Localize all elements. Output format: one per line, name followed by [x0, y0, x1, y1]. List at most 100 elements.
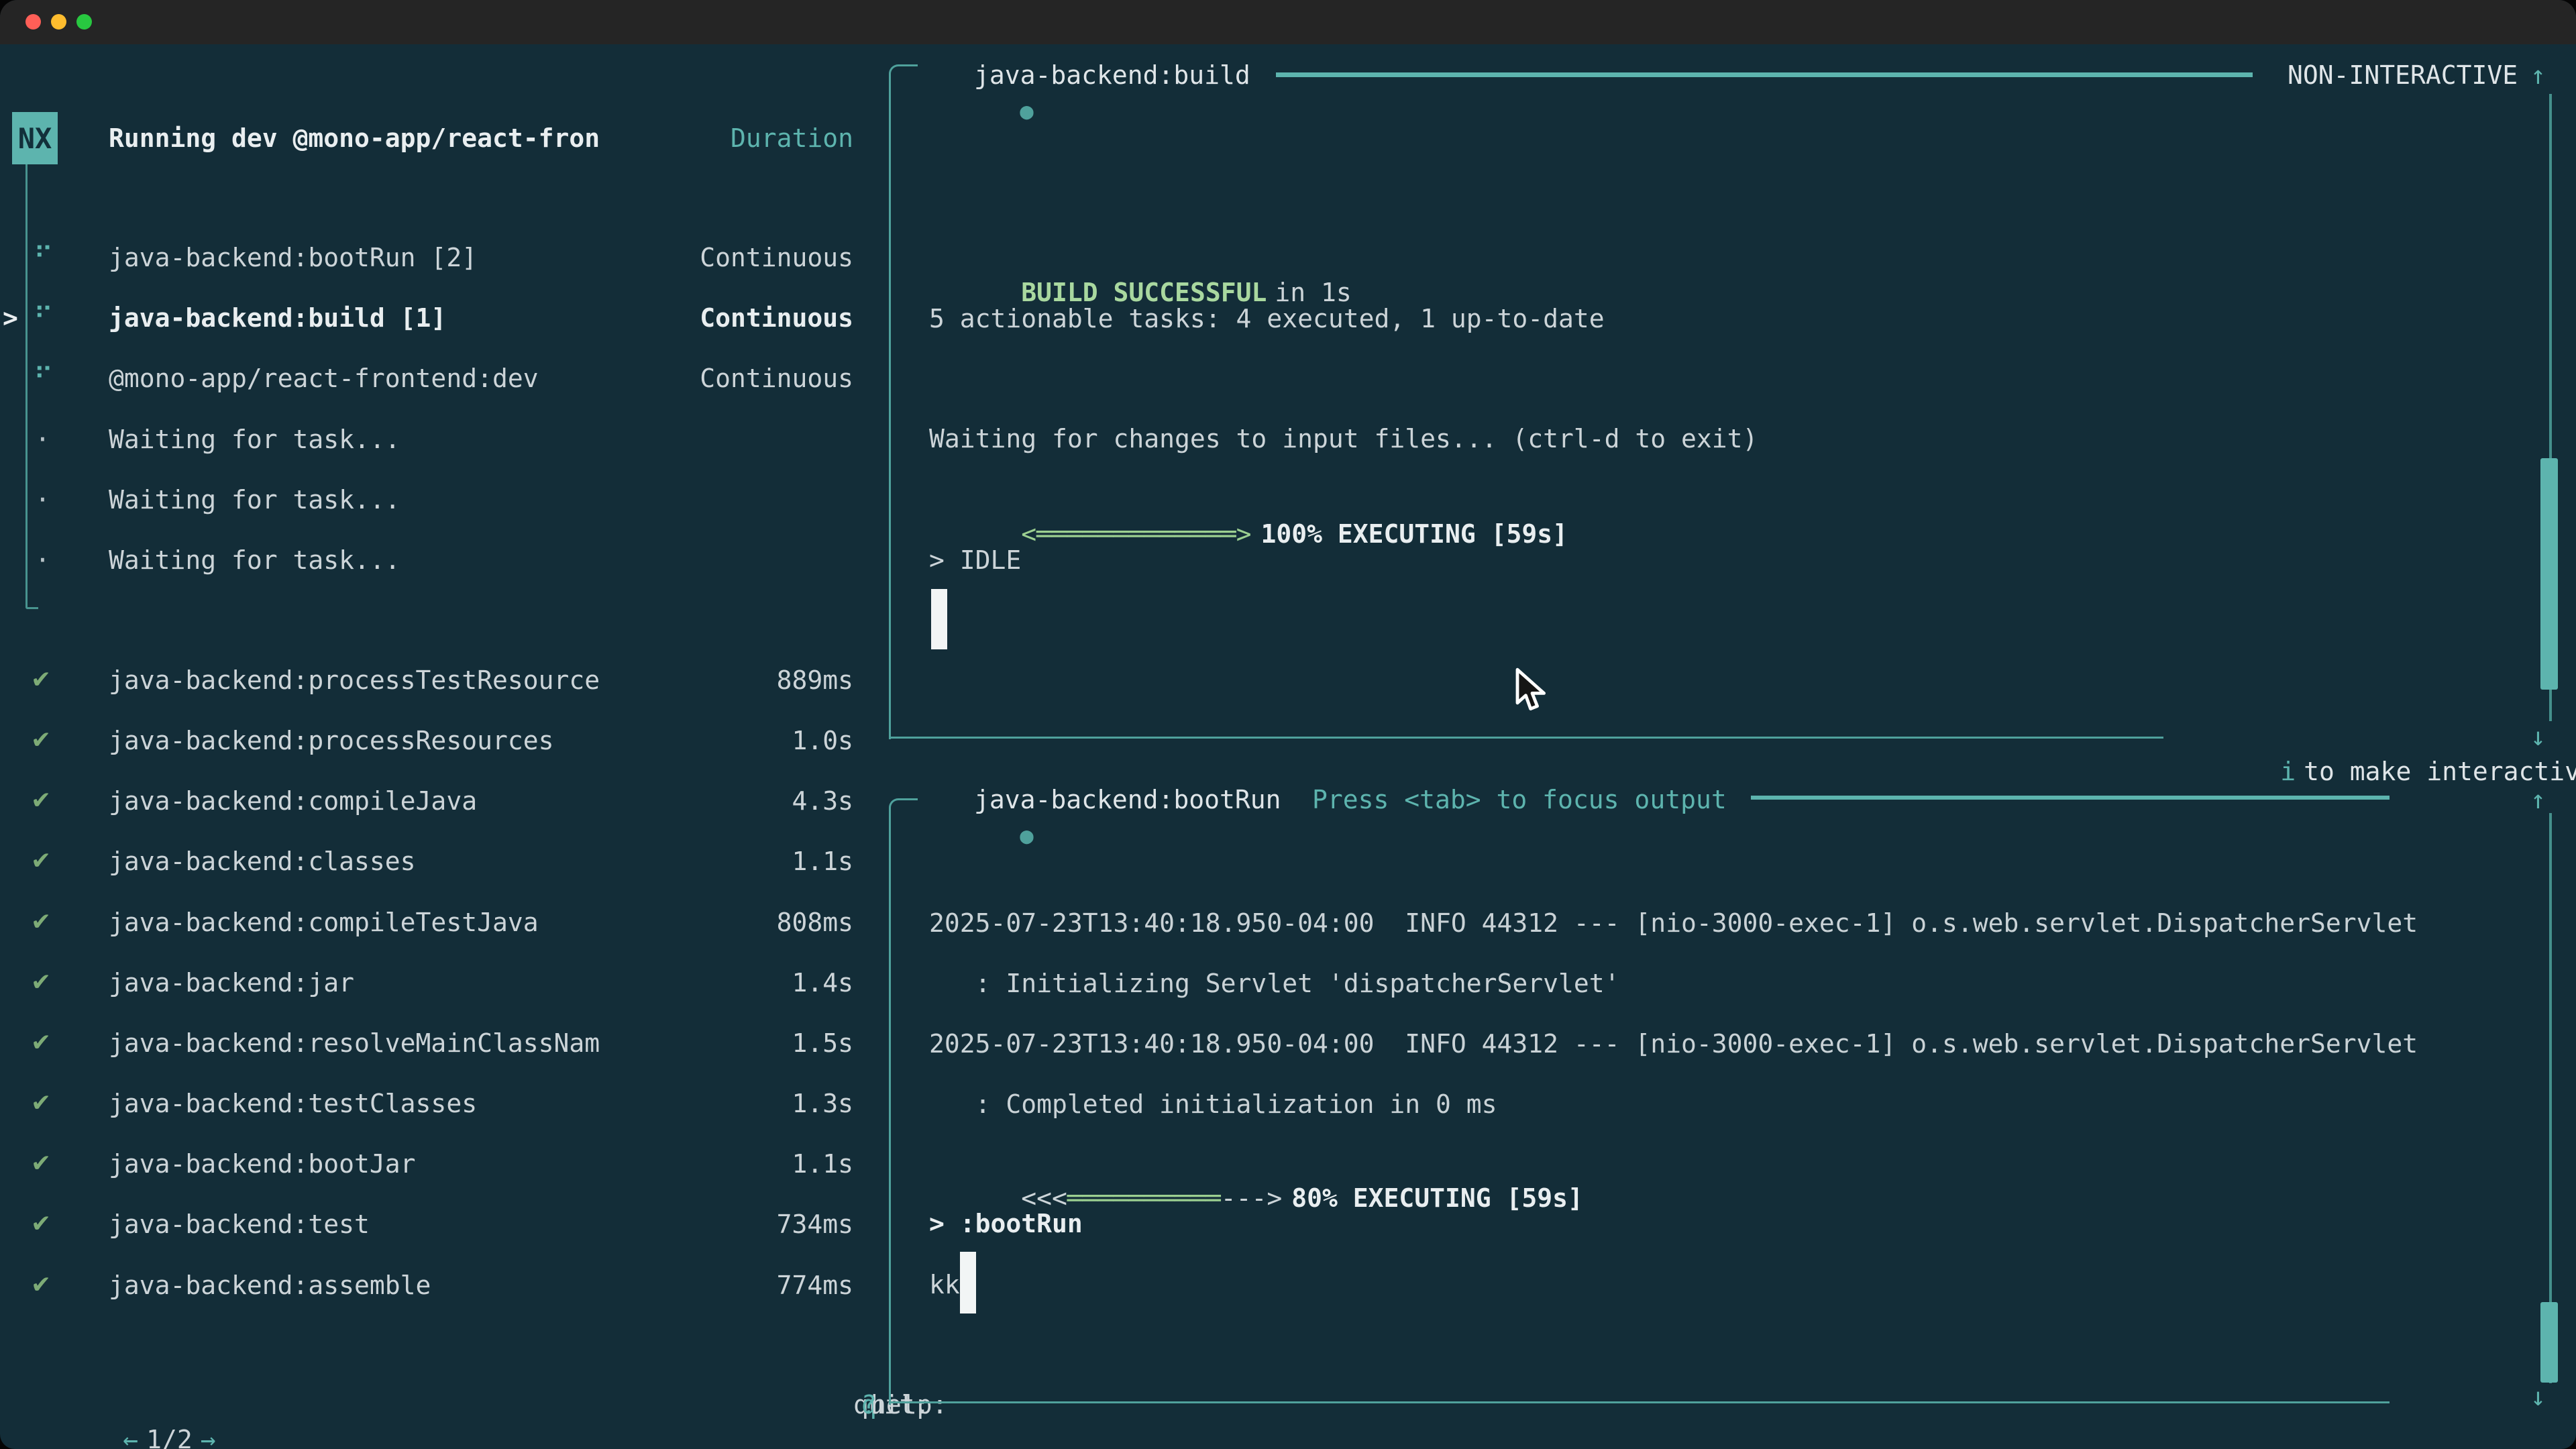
build-scrollbar-thumb[interactable]: [2540, 458, 2558, 690]
build-success-line: BUILD SUCCESSFULin 1s: [929, 240, 1352, 275]
check-icon: ✔: [31, 663, 51, 698]
check-icon: ✔: [31, 1146, 51, 1181]
bootrun-scrollbar-track[interactable]: [2549, 813, 2552, 1383]
task-name: Waiting for task...: [109, 543, 400, 578]
bootrun-scroll-up-icon: ↑: [2530, 782, 2546, 817]
task-status: Continuous: [700, 240, 853, 275]
mouse-cursor: [1513, 667, 1551, 713]
task-spinner-icon: ⠋: [34, 361, 53, 396]
build-progress-bar: <═════════════>: [1021, 519, 1251, 549]
completed-task-row[interactable]: ✔java-backend:testClasses1.3s: [0, 1086, 865, 1121]
task-bullet-icon: ●: [1020, 98, 1033, 125]
task-row[interactable]: >⠋java-backend:build [1]Continuous: [0, 301, 865, 335]
bootrun-panel-header-rule: [1751, 796, 2390, 800]
build-panel-title: java-backend:build: [974, 58, 1250, 93]
bootrun-input-text[interactable]: kk: [929, 1267, 960, 1302]
task-row[interactable]: · Waiting for task...: [0, 482, 865, 517]
log-line: 2025-07-23T13:40:18.950-04:00 INFO 44312…: [929, 1026, 2418, 1061]
waiting-dot-icon: ·: [35, 482, 50, 517]
task-name: java-backend:bootJar: [109, 1146, 416, 1181]
log-line: : Completed initialization in 0 ms: [929, 1087, 1497, 1122]
pager-prev-icon[interactable]: ←: [123, 1425, 138, 1449]
bootrun-scroll-down-icon: ↓: [2530, 1379, 2546, 1414]
build-panel-bottom-border: [889, 737, 2163, 739]
check-icon: ✔: [31, 905, 51, 940]
bootrun-progress-line: <<<══════════--->80% EXECUTING [59s]: [929, 1146, 1583, 1181]
build-scroll-up-icon: ↑: [2530, 58, 2546, 93]
task-name: java-backend:resolveMainClassNam: [109, 1026, 600, 1061]
completed-task-row[interactable]: ✔ java-backend:assemble 774ms: [0, 1268, 865, 1303]
build-progress-line: <═════════════>100% EXECUTING [59s]: [929, 482, 1568, 517]
check-icon: ✔: [31, 1268, 51, 1303]
minimize-window-button[interactable]: [51, 14, 66, 30]
check-icon: ✔: [31, 1207, 51, 1242]
completed-task-row[interactable]: ✔ java-backend:resolveMainClassNam 1.5s: [0, 1026, 865, 1061]
selected-task-marker: >: [3, 301, 18, 335]
task-row[interactable]: · Waiting for task...: [0, 543, 865, 578]
completed-task-row[interactable]: ✔ java-backend:bootJar 1.1s: [0, 1146, 865, 1181]
completed-task-row[interactable]: ✔java-backend:processTestResource889ms: [0, 663, 865, 698]
check-icon: ✔: [31, 965, 51, 1000]
task-name: java-backend:compileJava: [109, 784, 477, 818]
task-duration: 774ms: [777, 1268, 853, 1303]
bootrun-prompt-line: > :bootRun: [929, 1206, 1083, 1241]
task-name: @mono-app/react-frontend:dev: [109, 361, 539, 396]
task-name: java-backend:assemble: [109, 1268, 431, 1303]
task-name: Waiting for task...: [109, 422, 400, 457]
bootrun-panel-border: [889, 798, 918, 1405]
task-duration: 734ms: [777, 1207, 853, 1242]
task-name: java-backend:bootRun [2]: [109, 240, 477, 275]
window-titlebar[interactable]: [0, 0, 2576, 44]
completed-task-row[interactable]: ✔ java-backend:processResources 1.0s: [0, 723, 865, 758]
task-name: Waiting for task...: [109, 482, 400, 517]
task-name: java-backend:processResources: [109, 723, 553, 758]
task-duration: 1.1s: [792, 1146, 853, 1181]
completed-task-row[interactable]: ✔ java-backend:compileTestJava 808ms: [0, 905, 865, 940]
task-spinner-icon: ⠋: [34, 240, 53, 275]
build-idle-line: > IDLE: [929, 543, 1021, 578]
completed-task-row[interactable]: ✔java-backend:compileJava4.3s: [0, 784, 865, 818]
bootrun-scrollbar-thumb[interactable]: [2540, 1302, 2558, 1383]
build-terminal-cursor: [931, 589, 947, 649]
task-list-header-row: Running dev @mono-app/react-fron Duratio…: [0, 121, 865, 156]
completed-task-row[interactable]: ✔java-backend:classes1.1s: [0, 844, 865, 879]
task-row[interactable]: · Waiting for task...: [0, 422, 865, 457]
bootrun-panel-title: java-backend:bootRun: [974, 782, 1281, 817]
build-tasks-summary: 5 actionable tasks: 4 executed, 1 up-to-…: [929, 301, 1605, 336]
task-duration: 1.0s: [792, 723, 853, 758]
keyboard-hints: quit:qhelp:?: [0, 1387, 865, 1422]
pager-next-icon[interactable]: →: [201, 1425, 216, 1449]
zoom-window-button[interactable]: [76, 14, 92, 30]
log-line: 2025-07-23T13:40:18.950-04:00 INFO 44312…: [929, 906, 2418, 941]
check-icon: ✔: [31, 723, 51, 758]
task-status: Continuous: [700, 361, 853, 396]
task-row[interactable]: ⠋ java-backend:bootRun [2] Continuous: [0, 240, 865, 275]
interactive-hint: ito make interactive: [2188, 719, 2576, 754]
task-duration: 808ms: [777, 905, 853, 940]
build-waiting-line: Waiting for changes to input files... (c…: [929, 421, 1758, 456]
task-duration: 1.5s: [792, 1026, 853, 1061]
build-progress-label: 100% EXECUTING [59s]: [1260, 519, 1568, 549]
task-name: java-backend:testClasses: [109, 1086, 477, 1121]
task-duration: 1.3s: [792, 1086, 853, 1121]
completed-task-row[interactable]: ✔java-backend:test734ms: [0, 1207, 865, 1242]
build-panel-header-rule: [1276, 72, 2253, 77]
task-spinner-icon: ⠋: [34, 301, 53, 335]
task-duration: 889ms: [777, 663, 853, 698]
check-icon: ✔: [31, 1026, 51, 1061]
waiting-dot-icon: ·: [35, 543, 50, 578]
completed-task-row[interactable]: ✔ java-backend:jar 1.4s: [0, 965, 865, 1000]
close-window-button[interactable]: [25, 14, 41, 30]
task-row[interactable]: ⠋ @mono-app/react-frontend:dev Continuous: [0, 361, 865, 396]
bootrun-terminal-cursor: [960, 1252, 976, 1313]
screen: NX Running dev @mono-app/react-fron Dura…: [0, 0, 2576, 1449]
terminal-window: NX Running dev @mono-app/react-fron Dura…: [0, 0, 2576, 1449]
check-icon: ✔: [31, 844, 51, 879]
waiting-dot-icon: ·: [35, 422, 50, 457]
task-duration: 1.4s: [792, 965, 853, 1000]
task-name: java-backend:compileTestJava: [109, 905, 539, 940]
task-status: Continuous: [700, 301, 853, 335]
task-name: java-backend:jar: [109, 965, 354, 1000]
interactive-hint-key: i: [2280, 757, 2296, 786]
bootrun-panel-bottom-border: [889, 1401, 2390, 1403]
